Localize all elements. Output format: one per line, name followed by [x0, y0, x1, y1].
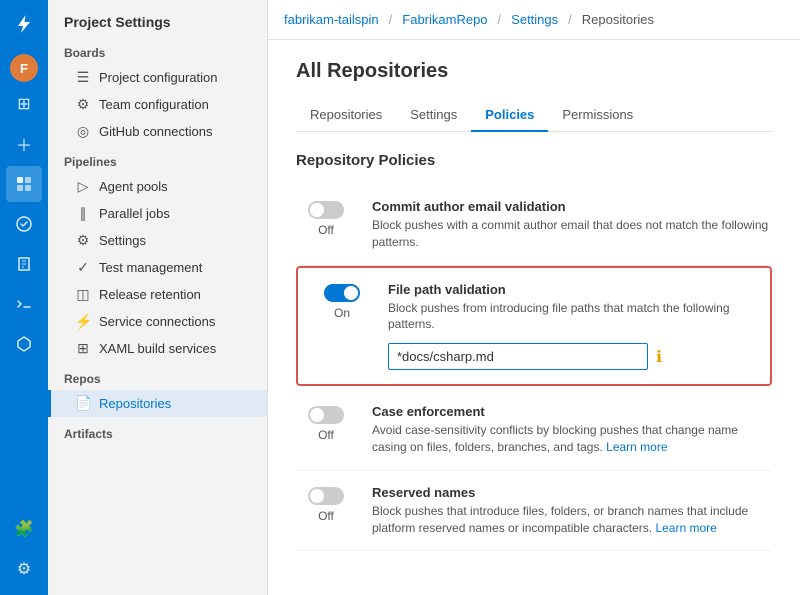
- case-enforcement-toggle-group: Off: [296, 404, 356, 442]
- sidebar-item-repositories[interactable]: 📄 Repositories: [48, 390, 267, 417]
- nav-marketplace-icon[interactable]: 🧩: [6, 511, 42, 547]
- policy-row-reserved-names: Off Reserved names Block pushes that int…: [296, 471, 772, 552]
- sidebar-item-team-config[interactable]: ⚙ Team configuration: [48, 91, 267, 118]
- nav-testplans-icon[interactable]: [6, 286, 42, 322]
- info-icon[interactable]: ℹ: [656, 347, 662, 367]
- breadcrumb-repo[interactable]: FabrikamRepo: [402, 12, 487, 27]
- sidebar-item-project-config[interactable]: ☰ Project configuration: [48, 64, 267, 91]
- reserved-names-learn-more[interactable]: Learn more: [655, 521, 716, 535]
- bottom-icons: 🧩 ⚙: [6, 511, 42, 595]
- sidebar-group-pipelines: Pipelines: [48, 145, 267, 173]
- project-config-icon: ☰: [75, 69, 91, 86]
- file-path-toggle-group: On: [312, 282, 372, 320]
- breadcrumb-sep-2: /: [498, 12, 502, 27]
- azure-logo[interactable]: [8, 8, 40, 40]
- sidebar-item-release-retention[interactable]: ◫ Release retention: [48, 281, 267, 308]
- breadcrumb-settings[interactable]: Settings: [511, 12, 558, 27]
- parallel-jobs-icon: ∥: [75, 205, 91, 222]
- case-enforcement-desc: Avoid case-sensitivity conflicts by bloc…: [372, 422, 772, 456]
- repositories-icon: 📄: [75, 395, 91, 412]
- breadcrumb-sep-1: /: [389, 12, 393, 27]
- page-title: All Repositories: [296, 60, 772, 83]
- service-connections-icon: ⚡: [75, 313, 91, 330]
- case-enforcement-learn-more[interactable]: Learn more: [606, 440, 667, 454]
- policy-row-case-enforcement: Off Case enforcement Avoid case-sensitiv…: [296, 390, 772, 471]
- topbar: fabrikam-tailspin / FabrikamRepo / Setti…: [268, 0, 800, 40]
- file-path-desc: Block pushes from introducing file paths…: [388, 300, 756, 334]
- sidebar-item-github-connections[interactable]: ◎ GitHub connections: [48, 118, 267, 145]
- release-retention-icon: ◫: [75, 286, 91, 303]
- sidebar-item-parallel-jobs[interactable]: ∥ Parallel jobs: [48, 200, 267, 227]
- file-path-input-row: ℹ: [388, 343, 756, 370]
- nav-artifacts-icon[interactable]: [6, 326, 42, 362]
- reserved-names-name: Reserved names: [372, 485, 772, 500]
- nav-add-icon[interactable]: ＋: [6, 126, 42, 162]
- file-path-input[interactable]: [388, 343, 648, 370]
- commit-author-toggle-label: Off: [318, 223, 334, 237]
- sidebar-section-title: Project Settings: [48, 0, 267, 36]
- nav-boards-icon[interactable]: [6, 166, 42, 202]
- tabs: Repositories Settings Policies Permissio…: [296, 99, 772, 132]
- case-enforcement-toggle-label: Off: [318, 428, 334, 442]
- sidebar-group-boards: Boards: [48, 36, 267, 64]
- commit-author-toggle-group: Off: [296, 199, 356, 237]
- file-path-toggle[interactable]: [324, 284, 360, 302]
- nav-repos-icon[interactable]: [6, 246, 42, 282]
- tab-permissions[interactable]: Permissions: [548, 99, 647, 132]
- case-enforcement-toggle[interactable]: [308, 406, 344, 424]
- policy-row-file-path: On File path validation Block pushes fro…: [296, 266, 772, 387]
- commit-author-desc: Block pushes with a commit author email …: [372, 217, 772, 251]
- commit-author-toggle[interactable]: [308, 201, 344, 219]
- case-enforcement-name: Case enforcement: [372, 404, 772, 419]
- sidebar-group-repos: Repos: [48, 362, 267, 390]
- sidebar-item-service-connections[interactable]: ⚡ Service connections: [48, 308, 267, 335]
- tab-settings[interactable]: Settings: [396, 99, 471, 132]
- content-area: All Repositories Repositories Settings P…: [268, 40, 800, 595]
- user-avatar[interactable]: F: [10, 54, 38, 82]
- tab-policies[interactable]: Policies: [471, 99, 548, 132]
- test-management-icon: ✓: [75, 259, 91, 276]
- breadcrumb-org[interactable]: fabrikam-tailspin: [284, 12, 379, 27]
- case-enforcement-info: Case enforcement Avoid case-sensitivity …: [372, 404, 772, 456]
- nav-pipelines-icon[interactable]: [6, 206, 42, 242]
- sidebar-item-settings[interactable]: ⚙ Settings: [48, 227, 267, 254]
- sidebar: Project Settings Boards ☰ Project config…: [48, 0, 268, 595]
- reserved-names-toggle-group: Off: [296, 485, 356, 523]
- team-config-icon: ⚙: [75, 96, 91, 113]
- sidebar-item-agent-pools[interactable]: ▷ Agent pools: [48, 173, 267, 200]
- sidebar-group-artifacts: Artifacts: [48, 417, 267, 445]
- xaml-build-icon: ⊞: [75, 340, 91, 357]
- section-title: Repository Policies: [296, 152, 772, 169]
- reserved-names-toggle[interactable]: [308, 487, 344, 505]
- reserved-names-toggle-label: Off: [318, 509, 334, 523]
- sidebar-item-test-management[interactable]: ✓ Test management: [48, 254, 267, 281]
- sidebar-item-xaml-build[interactable]: ⊞ XAML build services: [48, 335, 267, 362]
- agent-pools-icon: ▷: [75, 178, 91, 195]
- breadcrumb-sep-3: /: [568, 12, 572, 27]
- file-path-toggle-label: On: [334, 306, 350, 320]
- github-icon: ◎: [75, 123, 91, 140]
- reserved-names-info: Reserved names Block pushes that introdu…: [372, 485, 772, 537]
- policy-row-commit-author: Off Commit author email validation Block…: [296, 185, 772, 266]
- nav-home-icon[interactable]: ⊞: [6, 86, 42, 122]
- file-path-info: File path validation Block pushes from i…: [388, 282, 756, 371]
- nav-settings-icon[interactable]: ⚙: [6, 551, 42, 587]
- commit-author-name: Commit author email validation: [372, 199, 772, 214]
- settings-icon: ⚙: [75, 232, 91, 249]
- tab-repositories[interactable]: Repositories: [296, 99, 396, 132]
- icon-bar: F ⊞ ＋ 🧩 ⚙: [0, 0, 48, 595]
- file-path-name: File path validation: [388, 282, 756, 297]
- breadcrumb-current: Repositories: [582, 12, 654, 27]
- commit-author-info: Commit author email validation Block pus…: [372, 199, 772, 251]
- main-content: fabrikam-tailspin / FabrikamRepo / Setti…: [268, 0, 800, 595]
- reserved-names-desc: Block pushes that introduce files, folde…: [372, 503, 772, 537]
